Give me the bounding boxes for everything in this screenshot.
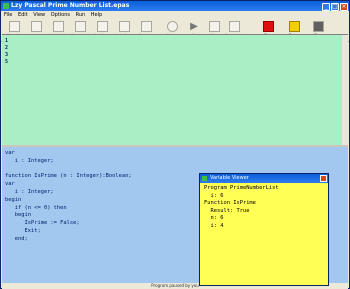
output-lines: 1235 — [5, 38, 348, 66]
variable-list: Program PrimeNumberList i: 6 Function Is… — [204, 185, 279, 229]
document-icon — [74, 21, 86, 32]
code-text[interactable]: var i : Integer; function IsPrime (n : I… — [5, 150, 132, 244]
document-icon — [140, 21, 152, 32]
window-title: Lzy Pascal Prime Number List.epas — [11, 2, 130, 9]
output-line: 2 — [5, 45, 9, 51]
viewer-icon — [202, 176, 207, 181]
step-icon — [228, 21, 240, 32]
output-line: 3 — [5, 52, 9, 58]
variable-viewer-title: Variable Viewer — [210, 175, 249, 181]
output-pane[interactable]: 1235 — [2, 34, 348, 146]
menu-edit[interactable]: Edit — [18, 12, 28, 18]
menu-file[interactable]: File — [4, 12, 12, 18]
app-icon — [3, 3, 9, 9]
variable-viewer-window[interactable]: Variable Viewer Program PrimeNumberList … — [199, 173, 329, 286]
menu-view[interactable]: View — [33, 12, 45, 18]
menu-bar: File Edit View Options Run Help — [1, 11, 349, 19]
output-line: 5 — [5, 59, 9, 65]
output-scrollbar[interactable] — [342, 35, 348, 146]
document-icon — [8, 21, 20, 32]
maximize-button[interactable]: □ — [331, 3, 339, 11]
document-icon — [30, 21, 42, 32]
play-icon: ▶ — [190, 21, 198, 32]
minimize-button[interactable]: _ — [322, 3, 330, 11]
document-icon — [96, 21, 108, 32]
variable-viewer-titlebar[interactable]: Variable Viewer — [200, 174, 328, 183]
stop-icon — [262, 21, 274, 32]
gear-icon — [166, 21, 178, 32]
close-button[interactable]: × — [340, 3, 348, 11]
menu-run[interactable]: Run — [76, 12, 86, 18]
viewer-close-button[interactable] — [320, 175, 327, 182]
menu-help[interactable]: Help — [91, 12, 102, 18]
menu-options[interactable]: Options — [51, 12, 70, 18]
title-bar[interactable]: Lzy Pascal Prime Number List.epas _ □ × — [1, 1, 349, 11]
step-icon — [208, 21, 220, 32]
document-icon — [118, 21, 130, 32]
output-line: 1 — [5, 38, 9, 44]
document-icon — [52, 21, 64, 32]
pause-icon — [288, 21, 300, 32]
step-icon — [312, 21, 324, 32]
